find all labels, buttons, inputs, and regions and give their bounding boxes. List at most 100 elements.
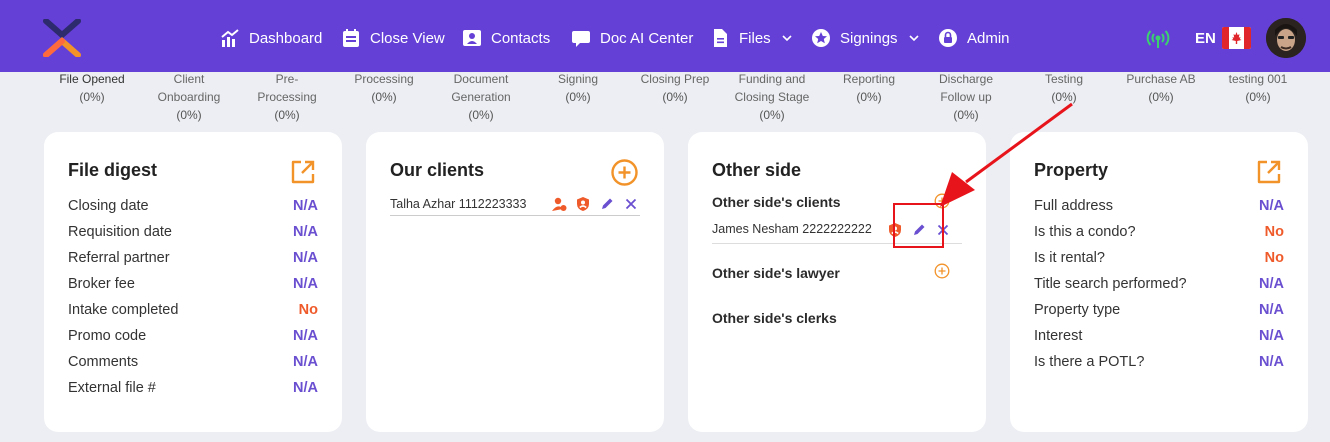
app-logo[interactable] — [42, 19, 82, 57]
other-side-clients-heading: Other side's clients — [712, 194, 841, 210]
add-client-icon[interactable] — [611, 159, 638, 186]
stage-item[interactable]: Funding and Closing Stage (0%) — [724, 70, 820, 124]
our-clients-card: Our clients Talha Azhar 1112223333 — [366, 132, 664, 432]
detail-value: N/A — [1259, 198, 1284, 214]
detail-row: Promo code N/A — [68, 328, 318, 348]
stage-item[interactable]: Document Generation (0%) — [433, 70, 529, 124]
card-title: Property — [1034, 160, 1109, 180]
stage-name: testing 001 — [1228, 72, 1288, 86]
detail-label: Comments — [68, 354, 139, 370]
detail-label: Is it rental? — [1034, 250, 1105, 266]
detail-value: No — [1264, 250, 1284, 266]
stage-item[interactable]: Reporting (0%) — [821, 70, 917, 106]
external-link-icon[interactable] — [1256, 159, 1282, 185]
detail-row: Title search performed? N/A — [1034, 276, 1284, 296]
stage-name: Pre-Processing — [257, 72, 317, 104]
nav-signings[interactable]: Signings — [811, 26, 919, 50]
chart-icon — [221, 29, 239, 47]
other-side-clerks-heading: Other side's clerks — [712, 310, 837, 326]
stage-item[interactable]: Discharge Follow up (0%) — [918, 70, 1014, 124]
detail-row: Is this a condo? No — [1034, 224, 1284, 244]
nav-admin[interactable]: Admin — [938, 26, 1010, 50]
property-card: Property Full address N/A Is this a condo?… — [1010, 132, 1308, 432]
detail-value: N/A — [293, 224, 318, 240]
detail-row: Closing date N/A — [68, 198, 318, 218]
nav-label: Contacts — [491, 29, 551, 47]
stage-name: Testing — [1044, 72, 1084, 86]
close-icon[interactable] — [623, 196, 639, 212]
user-action-icon[interactable] — [551, 196, 567, 212]
stage-name: Purchase AB — [1126, 72, 1196, 86]
stage-name: Discharge Follow up — [938, 72, 994, 104]
client-name: James Nesham 2222222222 — [712, 222, 872, 236]
contact-card-icon — [463, 30, 481, 46]
add-lawyer-icon[interactable] — [934, 263, 950, 279]
detail-row: Intake completed No — [68, 302, 318, 322]
calendar-icon — [343, 29, 359, 47]
chevron-down-icon — [908, 35, 919, 42]
lock-icon — [939, 29, 957, 47]
detail-row: Comments N/A — [68, 354, 318, 374]
stage-percent: (0%) — [468, 108, 494, 122]
detail-label: Intake completed — [68, 302, 179, 318]
stage-percent: (0%) — [1051, 90, 1077, 104]
stage-percent: (0%) — [565, 90, 591, 104]
detail-value: No — [298, 302, 318, 318]
detail-value: N/A — [293, 250, 318, 266]
detail-label: Closing date — [68, 198, 149, 214]
stage-item[interactable]: Signing (0%) — [530, 70, 626, 106]
edit-icon[interactable] — [599, 196, 615, 212]
stage-item[interactable]: Closing Prep (0%) — [627, 70, 723, 106]
stage-item[interactable]: Processing (0%) — [336, 70, 432, 106]
nav-files[interactable]: Files — [710, 26, 792, 50]
nav-label: Signings — [840, 29, 898, 47]
detail-label: Property type — [1034, 302, 1121, 318]
detail-value: N/A — [293, 328, 318, 344]
stage-name: Document Generation — [451, 72, 511, 104]
nav-dashboard[interactable]: Dashboard — [220, 26, 322, 50]
detail-label: External file # — [68, 380, 156, 396]
stage-item[interactable]: File Opened (0%) — [44, 70, 140, 106]
detail-label: Full address — [1034, 198, 1113, 214]
other-side-card: Other side Other side's clients James Ne… — [688, 132, 986, 432]
chat-icon — [572, 31, 590, 47]
detail-value: No — [1264, 224, 1284, 240]
stage-name: Reporting — [842, 72, 896, 86]
detail-value: N/A — [293, 380, 318, 396]
detail-label: Interest — [1034, 328, 1083, 344]
detail-label: Requisition date — [68, 224, 172, 240]
annotation-highlight-box — [893, 203, 944, 248]
nav-label: Dashboard — [249, 29, 323, 47]
detail-row: Full address N/A — [1034, 198, 1284, 218]
stage-name: Funding and Closing Stage — [734, 72, 810, 104]
canada-flag-icon[interactable] — [1222, 27, 1251, 49]
detail-value: N/A — [293, 276, 318, 292]
stage-percent: (0%) — [176, 108, 202, 122]
nav-label: Close View — [370, 29, 445, 47]
external-link-icon[interactable] — [290, 159, 316, 185]
connection-status-icon — [1146, 30, 1170, 48]
shield-user-icon[interactable] — [575, 196, 591, 212]
nav-close-view[interactable]: Close View — [341, 26, 445, 50]
stage-percent: (0%) — [662, 90, 688, 104]
client-name: Talha Azhar 1112223333 — [390, 197, 527, 211]
stage-item[interactable]: testing 001 (0%) — [1210, 70, 1306, 106]
stage-item[interactable]: Client Onboarding (0%) — [141, 70, 237, 124]
detail-row: Broker fee N/A — [68, 276, 318, 296]
avatar[interactable] — [1266, 18, 1306, 58]
nav-doc-ai-center[interactable]: Doc AI Center — [571, 26, 693, 50]
stage-item[interactable]: Testing (0%) — [1016, 70, 1112, 106]
stage-percent: (0%) — [953, 108, 979, 122]
detail-value: N/A — [293, 198, 318, 214]
language-selector[interactable]: EN — [1195, 30, 1216, 47]
detail-label: Is this a condo? — [1034, 224, 1136, 240]
stage-percent: (0%) — [79, 90, 105, 104]
detail-value: N/A — [1259, 276, 1284, 292]
stage-name: Client Onboarding — [157, 72, 221, 104]
detail-row: Is it rental? No — [1034, 250, 1284, 270]
nav-label: Admin — [967, 29, 1010, 47]
stage-item[interactable]: Purchase AB (0%) — [1113, 70, 1209, 106]
stage-item[interactable]: Pre-Processing (0%) — [239, 70, 335, 124]
list-item: Talha Azhar 1112223333 — [390, 196, 640, 216]
nav-contacts[interactable]: Contacts — [462, 26, 550, 50]
